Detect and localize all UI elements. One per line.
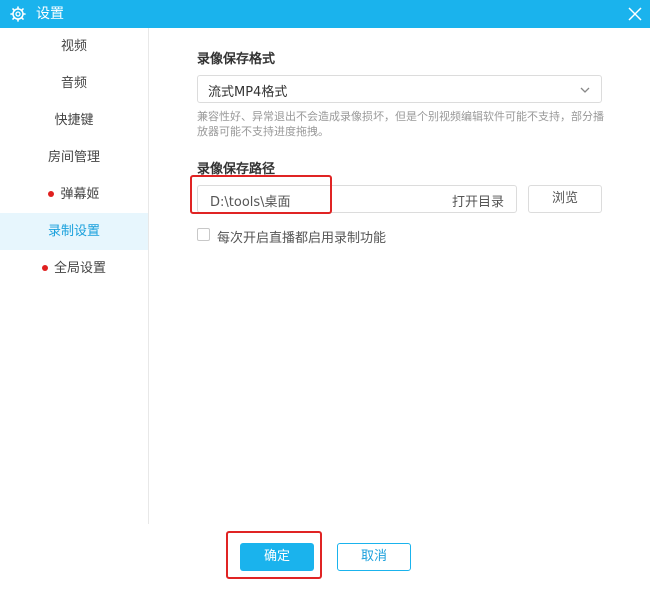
sidebar-item-label: 视频 — [60, 39, 87, 54]
title-bar: 设置 — [0, 0, 650, 28]
gear-icon — [10, 6, 26, 22]
sidebar-item-label: 录制设置 — [47, 224, 100, 239]
settings-sidebar: 视频 音频 快捷键 房间管理 弹幕姬 录制设置 全局设置 — [0, 28, 149, 524]
highlight-box-path — [190, 175, 332, 214]
cancel-button[interactable]: 取消 — [337, 543, 411, 571]
confirm-button[interactable]: 确定 — [240, 543, 314, 571]
sidebar-item-global-settings[interactable]: 全局设置 — [0, 250, 148, 287]
format-hint: 兼容性好、异常退出不会造成录像损坏，但是个别视频编辑软件可能不支持，部分播放器可… — [197, 110, 604, 138]
format-select[interactable]: 流式MP4格式 — [197, 75, 602, 103]
window-title: 设置 — [36, 6, 64, 22]
sidebar-item-room-management[interactable]: 房间管理 — [0, 139, 148, 176]
open-directory-link[interactable]: 打开目录 — [452, 191, 504, 210]
format-select-value: 流式MP4格式 — [208, 85, 288, 100]
sidebar-item-danmaku[interactable]: 弹幕姬 — [0, 176, 148, 213]
sidebar-item-label: 音频 — [60, 76, 87, 91]
format-section-label: 录像保存格式 — [197, 52, 276, 67]
close-icon[interactable] — [626, 5, 644, 23]
auto-record-label: 每次开启直播都启用录制功能 — [217, 231, 387, 246]
sidebar-item-label: 快捷键 — [54, 113, 94, 128]
notification-dot — [48, 190, 55, 197]
sidebar-item-audio[interactable]: 音频 — [0, 65, 148, 102]
sidebar-item-hotkeys[interactable]: 快捷键 — [0, 102, 148, 139]
auto-record-checkbox[interactable] — [197, 228, 210, 241]
sidebar-item-label: 全局设置 — [53, 261, 106, 276]
sidebar-item-label: 房间管理 — [47, 150, 100, 165]
sidebar-item-recording-settings[interactable]: 录制设置 — [0, 213, 148, 250]
sidebar-item-video[interactable]: 视频 — [0, 28, 148, 65]
chevron-down-icon — [580, 87, 590, 93]
notification-dot — [41, 264, 48, 271]
sidebar-item-label: 弹幕姬 — [60, 187, 100, 202]
browse-button[interactable]: 浏览 — [528, 185, 602, 213]
